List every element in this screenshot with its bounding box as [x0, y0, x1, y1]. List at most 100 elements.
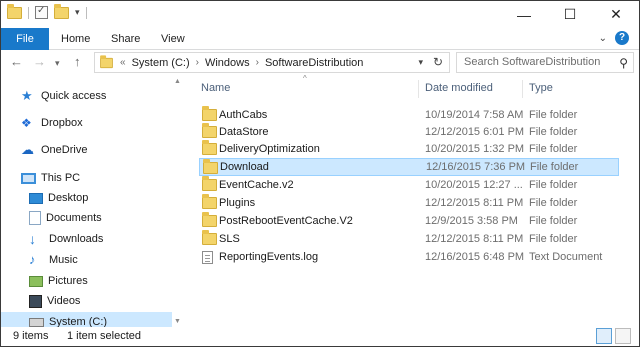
music-icon: ♪	[29, 252, 36, 267]
nav-item-label: Music	[49, 254, 78, 266]
breadcrumb-overflow[interactable]: «	[120, 57, 126, 68]
large-icons-view-icon[interactable]	[615, 328, 631, 344]
nav-pane-scrollbar[interactable]: ▲ ▼	[172, 76, 183, 327]
ribbon-right-controls: ⌄ ?	[599, 31, 629, 45]
back-arrow-icon[interactable]: ←	[10, 54, 23, 69]
nav-item-onedrive[interactable]: ☁ OneDrive	[21, 140, 87, 160]
breadcrumb-separator-icon[interactable]: ›	[196, 57, 199, 68]
column-header-type[interactable]: Type	[529, 76, 553, 100]
window-controls: — ☐ ✕	[501, 1, 639, 28]
folder-icon	[203, 159, 218, 174]
desktop-icon	[29, 192, 43, 204]
nav-item-pictures[interactable]: Pictures	[29, 271, 88, 291]
table-row[interactable]: DataStore 12/12/2015 6:01 PM File folder	[199, 123, 619, 141]
search-placeholder: Search SoftwareDistribution	[464, 56, 601, 68]
videos-icon	[29, 294, 42, 308]
table-row[interactable]: Plugins 12/12/2015 8:11 PM File folder	[199, 194, 619, 212]
refresh-icon[interactable]: ↻	[433, 55, 443, 69]
recent-locations-chevron-icon[interactable]: ▾	[55, 58, 60, 69]
breadcrumb-windows[interactable]: Windows	[205, 57, 250, 69]
maximize-button[interactable]: ☐	[547, 1, 593, 28]
file-date: 12/12/2015 8:11 PM	[425, 197, 524, 209]
expand-ribbon-chevron-icon[interactable]: ⌄	[599, 33, 607, 44]
file-name: DataStore	[219, 126, 269, 138]
star-icon: ★	[21, 88, 33, 103]
folder-icon[interactable]	[7, 3, 22, 19]
file-list: ^ Name Date modified Type AuthCabs 10/19…	[183, 74, 639, 327]
file-type: File folder	[529, 143, 578, 155]
tab-file[interactable]: File	[1, 28, 49, 50]
tab-view[interactable]: View	[161, 28, 185, 50]
nav-item-dropbox[interactable]: ❖ Dropbox	[21, 113, 83, 133]
details-view-icon[interactable]	[596, 328, 612, 344]
column-divider[interactable]	[522, 80, 523, 98]
nav-item-quick-access[interactable]: ★ Quick access	[21, 86, 106, 106]
navigation-row: ← → ▾ ↑ « System (C:) › Windows › Softwa…	[1, 50, 639, 76]
file-type: File folder	[529, 126, 578, 138]
toolbar-divider	[85, 6, 87, 19]
file-name: PostRebootEventCache.V2	[219, 215, 353, 227]
nav-item-this-pc[interactable]: This PC	[21, 168, 80, 188]
address-history-chevron-icon[interactable]: ▾	[418, 57, 423, 68]
file-type: File folder	[529, 197, 578, 209]
file-type: File folder	[530, 161, 579, 173]
folder-icon	[202, 106, 217, 121]
column-header-date-modified[interactable]: Date modified	[425, 76, 493, 100]
table-row[interactable]: ReportingEvents.log 12/16/2015 6:48 PM T…	[199, 248, 619, 266]
table-row[interactable]: SLS 12/12/2015 8:11 PM File folder	[199, 230, 619, 248]
file-name: ReportingEvents.log	[219, 251, 319, 263]
properties-icon[interactable]	[35, 5, 48, 19]
file-date: 12/12/2015 8:11 PM	[425, 233, 524, 245]
ribbon-tabs: File Home Share View ⌄ ?	[1, 28, 639, 50]
nav-item-label: Downloads	[49, 233, 104, 245]
title-bar: ▾ — ☐ ✕	[1, 1, 639, 28]
folder-icon	[202, 230, 217, 245]
scroll-up-icon[interactable]: ▲	[174, 78, 181, 85]
scroll-down-icon[interactable]: ▼	[174, 318, 181, 325]
breadcrumb-softwaredistribution[interactable]: SoftwareDistribution	[265, 57, 363, 69]
breadcrumb-system-c[interactable]: System (C:)	[132, 57, 190, 69]
close-button[interactable]: ✕	[593, 1, 639, 28]
file-type: File folder	[529, 233, 578, 245]
nav-item-downloads[interactable]: ↓ Downloads	[29, 229, 103, 249]
table-row[interactable]: DeliveryOptimization 10/20/2015 1:32 PM …	[199, 140, 619, 158]
nav-item-documents[interactable]: Documents	[29, 208, 102, 228]
nav-item-label: Videos	[47, 295, 81, 307]
nav-item-label: Documents	[46, 212, 102, 224]
nav-item-music[interactable]: ♪ Music	[29, 250, 78, 270]
up-arrow-icon[interactable]: ↑	[74, 54, 81, 69]
table-row[interactable]: PostRebootEventCache.V2 12/9/2015 3:58 P…	[199, 212, 619, 230]
table-row[interactable]: EventCache.v2 10/20/2015 12:27 ... File …	[199, 176, 619, 194]
file-name: SLS	[219, 233, 240, 245]
nav-item-label: Quick access	[41, 90, 107, 102]
folder-icon	[100, 54, 113, 68]
file-name: EventCache.v2	[219, 179, 294, 191]
table-row[interactable]: AuthCabs 10/19/2014 7:58 AM File folder	[199, 106, 619, 124]
forward-arrow-icon[interactable]: →	[33, 54, 46, 69]
table-row-selected[interactable]: Download 12/16/2015 7:36 PM File folder	[199, 158, 619, 176]
column-header-name[interactable]: Name	[201, 76, 230, 100]
nav-item-desktop[interactable]: Desktop	[29, 188, 88, 208]
file-type: File folder	[529, 179, 578, 191]
breadcrumb-separator-icon[interactable]: ›	[256, 57, 259, 68]
customize-toolbar-chevron-icon[interactable]: ▾	[75, 7, 80, 18]
search-input[interactable]: Search SoftwareDistribution ⚲	[456, 52, 634, 73]
folder-icon	[202, 140, 217, 155]
nav-item-label: OneDrive	[41, 144, 88, 156]
minimize-button[interactable]: —	[501, 1, 547, 28]
file-date: 10/19/2014 7:58 AM	[425, 109, 524, 121]
help-icon[interactable]: ?	[615, 31, 629, 45]
file-type: File folder	[529, 215, 578, 227]
file-type: Text Document	[529, 251, 603, 263]
address-bar[interactable]: « System (C:) › Windows › SoftwareDistri…	[94, 52, 450, 73]
column-divider[interactable]	[418, 80, 419, 98]
download-icon: ↓	[29, 231, 36, 247]
new-folder-icon[interactable]	[54, 3, 69, 19]
nav-item-videos[interactable]: Videos	[29, 291, 80, 311]
file-date: 12/16/2015 7:36 PM	[426, 161, 526, 173]
tab-share[interactable]: Share	[111, 28, 140, 50]
file-name: DeliveryOptimization	[219, 143, 320, 155]
search-icon[interactable]: ⚲	[619, 54, 628, 73]
file-date: 10/20/2015 1:32 PM	[425, 143, 525, 155]
tab-home[interactable]: Home	[61, 28, 90, 50]
